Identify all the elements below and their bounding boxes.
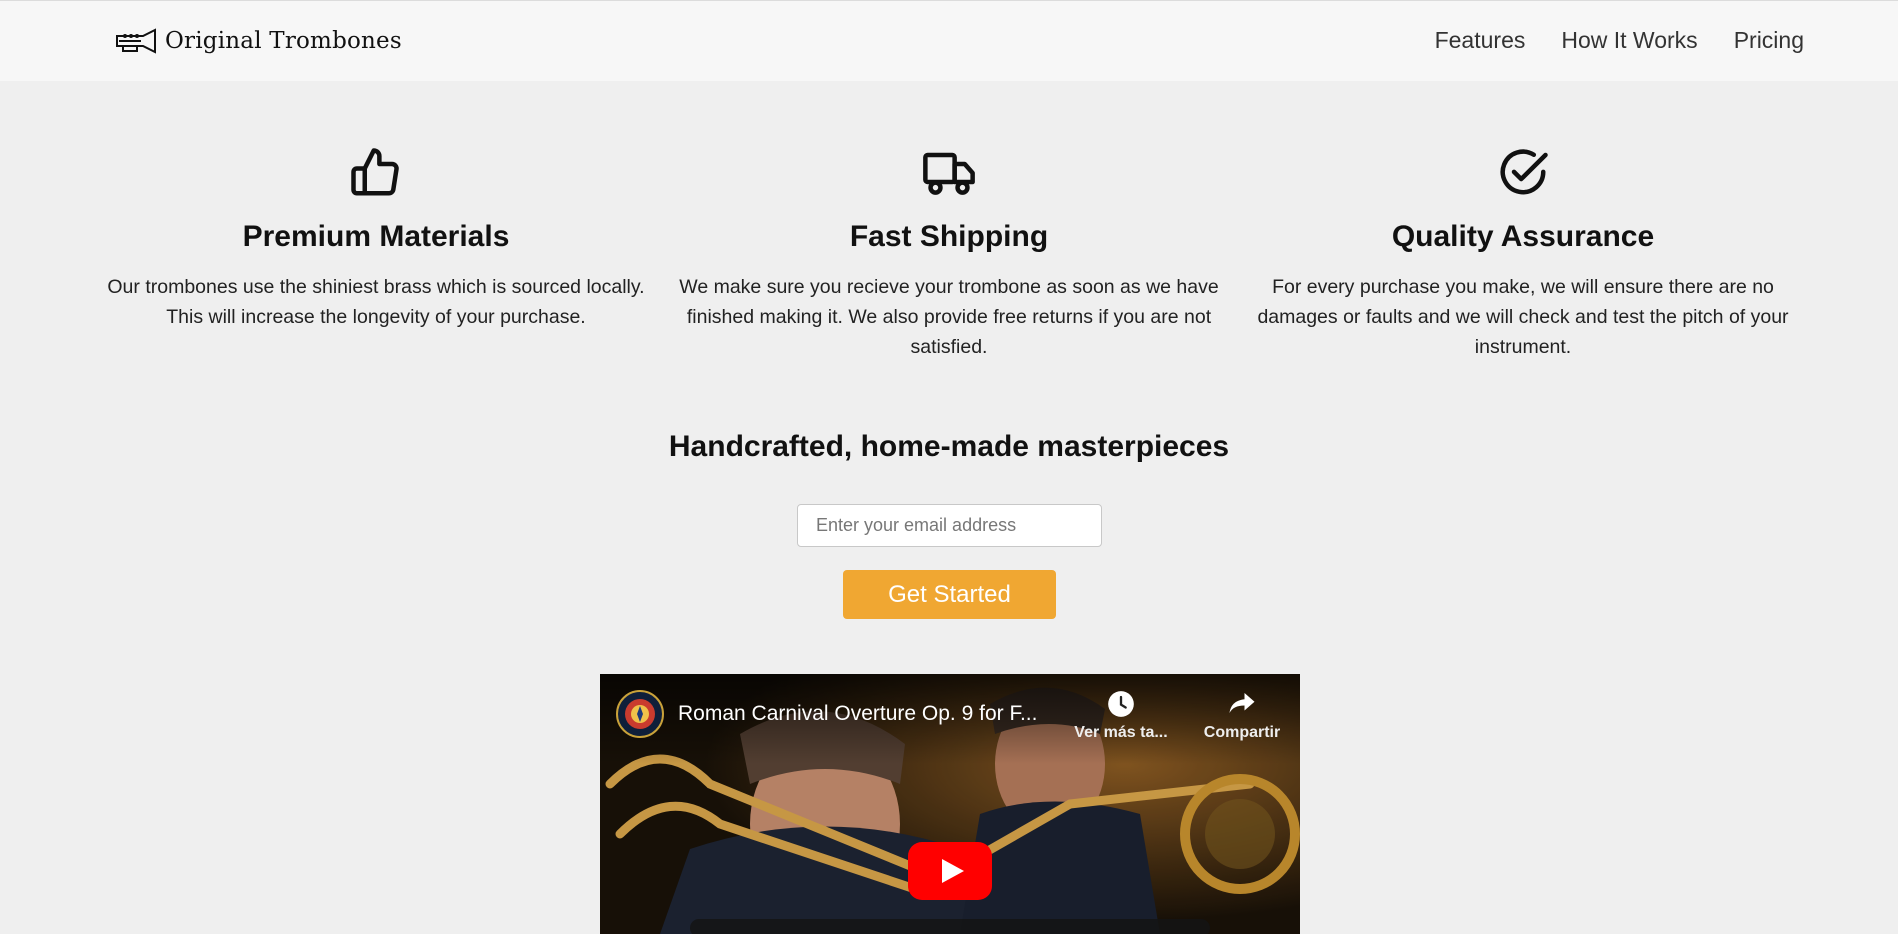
thumbs-up-icon: [351, 148, 399, 196]
check-circle-icon: [1500, 149, 1548, 195]
feature-description: We make sure you recieve your trombone a…: [679, 276, 1219, 358]
feature-title: Premium Materials: [242, 220, 510, 253]
play-button-icon[interactable]: [908, 842, 992, 900]
features-section: Premium Materials Our trombones use the …: [0, 146, 1898, 376]
feature-description: For every purchase you make, we will ens…: [1257, 276, 1789, 358]
video-more-videos-bar: [690, 919, 1210, 934]
feature-premium-materials: Premium Materials Our trombones use the …: [106, 146, 646, 332]
share-arrow-icon: [1229, 693, 1255, 713]
nav-link-pricing[interactable]: Pricing: [1734, 27, 1804, 54]
nav-link-features[interactable]: Features: [1435, 27, 1526, 54]
email-input[interactable]: [797, 504, 1102, 547]
feature-title: Quality Assurance: [1391, 220, 1655, 253]
truck-icon: [923, 152, 975, 195]
watch-later-button[interactable]: Ver más ta...: [1066, 690, 1176, 742]
watch-later-label: Ver más ta...: [1074, 724, 1168, 741]
share-label: Compartir: [1203, 724, 1281, 741]
feature-quality-assurance: Quality Assurance For every purchase you…: [1253, 146, 1793, 362]
video-player[interactable]: Roman Carnival Overture Op. 9 for F... V…: [600, 674, 1300, 934]
main-nav: Features How It Works Pricing: [1435, 27, 1804, 54]
channel-avatar[interactable]: [616, 690, 664, 738]
share-button[interactable]: Compartir: [1192, 688, 1292, 742]
feature-title: Fast Shipping: [849, 220, 1049, 253]
feature-description: Our trombones use the shiniest brass whi…: [107, 276, 645, 328]
brand-logo[interactable]: Original Trombones: [115, 25, 402, 57]
get-started-button[interactable]: Get Started: [843, 570, 1056, 619]
brand-name: Original Trombones: [165, 28, 402, 54]
feature-fast-shipping: Fast Shipping We make sure you recieve y…: [679, 146, 1219, 362]
site-header: Original Trombones Features How It Works…: [0, 0, 1898, 81]
hero-title: Handcrafted, home-made masterpieces: [668, 430, 1230, 463]
nav-link-how-it-works[interactable]: How It Works: [1561, 27, 1697, 54]
video-title[interactable]: Roman Carnival Overture Op. 9 for F...: [678, 702, 1058, 726]
clock-icon: [1108, 691, 1134, 717]
channel-emblem-icon: [625, 699, 655, 729]
trombone-logo-icon: [116, 28, 156, 54]
